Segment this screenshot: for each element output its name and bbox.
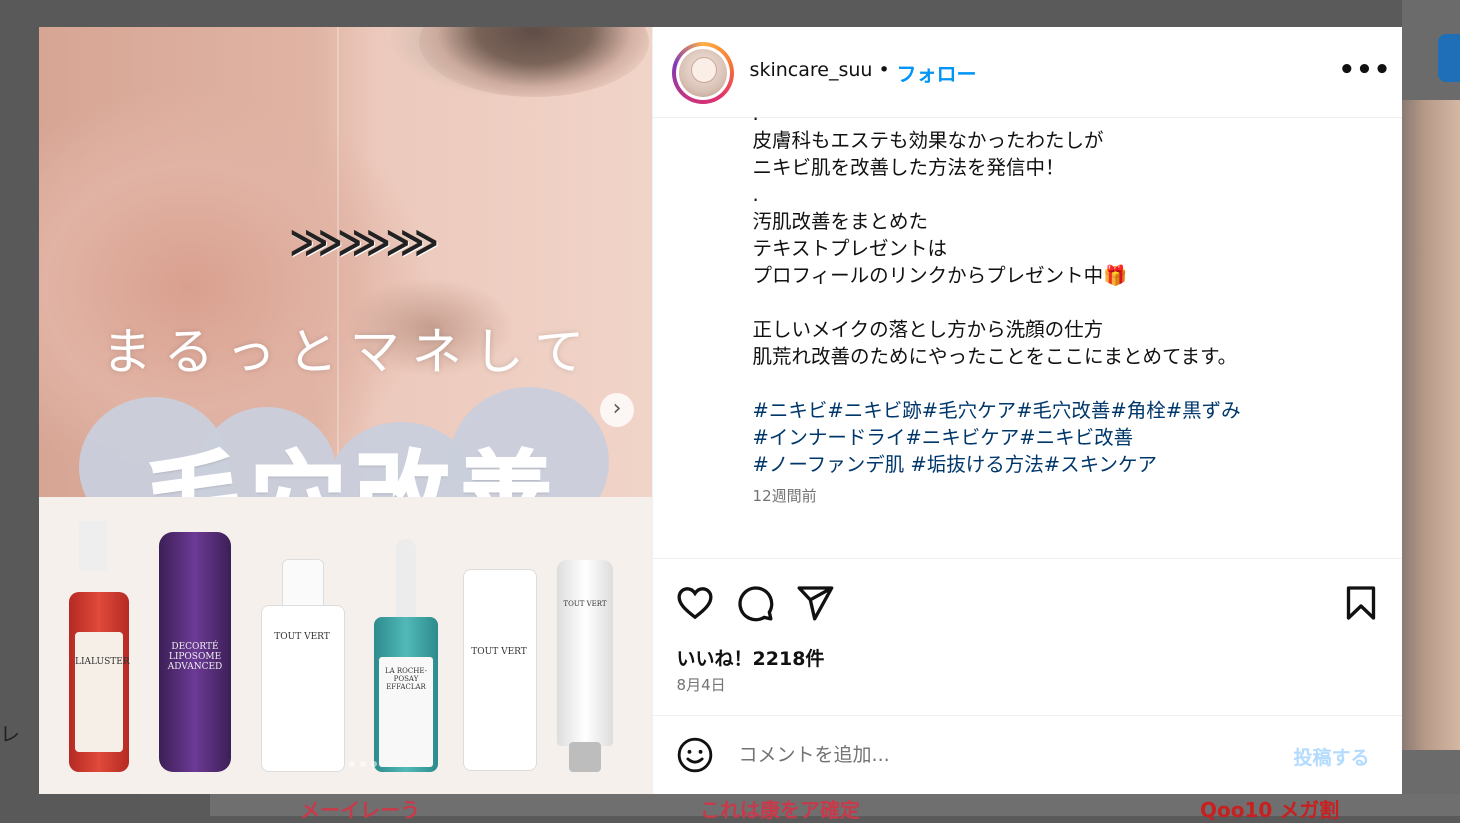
bottle-1-brand: LIALUSTER	[75, 657, 130, 667]
avatar-illustration	[690, 57, 717, 83]
post-date[interactable]: 8月4日	[677, 674, 726, 695]
carousel-dot	[349, 761, 355, 767]
carousel-dot	[305, 761, 311, 767]
caption-line: 汚肌改善をまとめた	[752, 210, 929, 233]
username-link[interactable]: skincare_suu	[750, 59, 873, 81]
tube-6-cap	[569, 742, 601, 772]
bottle-4-brand: LA ROCHE-POSAY EFFACLAR	[384, 667, 427, 691]
background-left-text: レ	[0, 722, 20, 746]
hashtag-line[interactable]: #ノーファンデ肌 #垢抜ける方法#スキンケア	[753, 451, 1383, 478]
background-bottom-text-1: メーイレーう	[300, 798, 420, 822]
bottle-3-cap	[282, 559, 324, 611]
caption-line	[753, 370, 1383, 397]
next-slide-button[interactable]: ›	[600, 393, 634, 427]
more-options-icon[interactable]: •••	[1339, 55, 1392, 85]
carousel-dot	[371, 761, 377, 767]
post-actions: いいね！2218件 8月4日	[652, 558, 1402, 716]
tube-6-brand: TOUT VERT	[563, 600, 607, 608]
bottle-1-pump	[79, 521, 107, 571]
caption-line: .	[752, 102, 759, 125]
caption-line	[753, 289, 1383, 316]
caption-line: 皮膚科もエステも効果なかったわたしが	[752, 129, 1104, 152]
media-headline: まるっとマネして	[101, 323, 597, 381]
caption-line: プロフィールのリンクからプレゼント中🎁	[752, 264, 1128, 287]
post-media[interactable]: ⋙⋙⋙ まるっとマネして 毛穴改善 › LIALUSTER DECORTÉ LI…	[39, 27, 652, 794]
bottle-4-dropper	[396, 539, 416, 619]
bottle-1-label	[75, 632, 123, 752]
caption-time-ago[interactable]: 12週間前	[753, 485, 817, 506]
carousel-dot	[316, 761, 322, 767]
hashtag-line[interactable]: #ニキビ#ニキビ跡#毛穴ケア#毛穴改善#角栓#黒ずみ	[753, 397, 1383, 424]
emoji-icon[interactable]	[676, 736, 714, 774]
comment-input[interactable]	[736, 738, 1241, 772]
carousel-dot	[338, 761, 344, 767]
background-right-photo	[1402, 100, 1460, 750]
like-heart-icon[interactable]	[675, 583, 715, 623]
caption-line: テキストプレゼントは	[752, 237, 947, 260]
caption-line: .	[752, 183, 759, 206]
comment-bubble-icon[interactable]	[735, 583, 775, 623]
background-bottom-text-3: Qoo10 メガ割	[1200, 798, 1340, 822]
bottle-3	[261, 605, 345, 772]
carousel-dot	[283, 761, 289, 767]
hashtag-line[interactable]: #インナードライ#ニキビケア#ニキビ改善	[753, 424, 1383, 451]
tube-6	[557, 560, 613, 746]
background-right-button	[1438, 34, 1460, 82]
save-bookmark-icon[interactable]	[1341, 583, 1381, 623]
caption-line: ニキビ肌を改善した方法を発信中！	[752, 156, 1065, 179]
header-separator: •	[878, 59, 890, 81]
post-modal: ⋙⋙⋙ まるっとマネして 毛穴改善 › LIALUSTER DECORTÉ LI…	[39, 27, 1402, 794]
carousel-dot	[327, 761, 333, 767]
caption-line: 肌荒れ改善のためにやったことをここにまとめてます。	[752, 345, 1238, 368]
arrows-graphic: ⋙⋙⋙	[289, 220, 439, 264]
caption-line: 正しいメイクの落とし方から洗顔の仕方	[752, 318, 1104, 341]
bottle-2-brand: DECORTÉ LIPOSOME ADVANCED	[167, 642, 223, 672]
post-info-panel: skincare_suu • フォロー ••• . 皮膚科もエステも効果なかった…	[651, 27, 1402, 794]
post-caption: . 皮膚科もエステも効果なかったわたしが ニキビ肌を改善した方法を発信中！ . …	[753, 100, 1383, 510]
background-bottom-text-2: これは康をア確定	[700, 798, 860, 822]
share-paper-plane-icon[interactable]	[795, 583, 835, 623]
bottle-5	[463, 569, 537, 771]
bottle-5-brand: TOUT VERT	[471, 647, 527, 657]
post-comment-button[interactable]: 投稿する	[1294, 743, 1370, 770]
follow-button[interactable]: フォロー	[897, 58, 977, 87]
carousel-dots	[283, 761, 377, 767]
likes-count[interactable]: いいね！2218件	[677, 644, 825, 671]
carousel-dot	[360, 761, 366, 767]
bottle-3-brand: TOUT VERT	[274, 632, 330, 642]
carousel-dot	[294, 761, 300, 767]
comment-bar: 投稿する	[652, 715, 1402, 794]
